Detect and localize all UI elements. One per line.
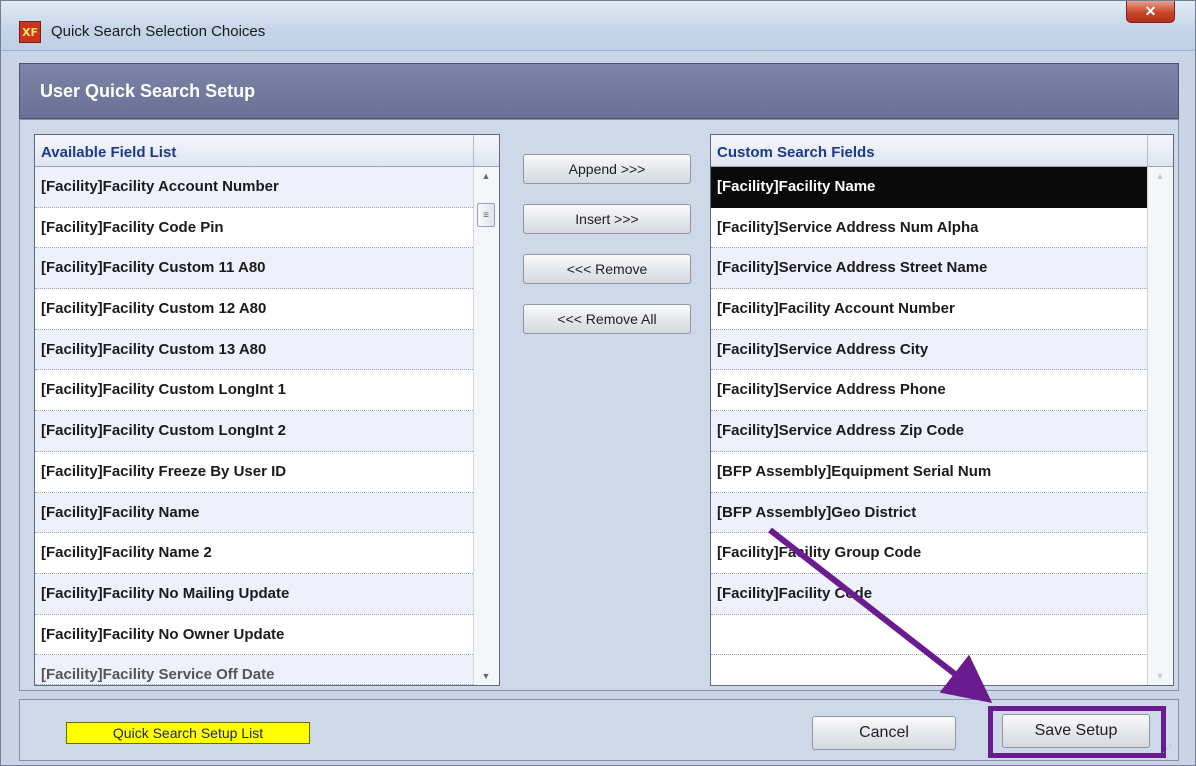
list-item[interactable]: [BFP Assembly]Equipment Serial Num (711, 451, 1149, 493)
window-title: Quick Search Selection Choices (51, 23, 266, 40)
list-item[interactable]: [Facility]Service Address Street Name (711, 248, 1149, 290)
available-list-rows: [Facility]Facility Account Number [Facil… (35, 167, 473, 685)
footer-bar: Quick Search Setup List Cancel Save Setu… (19, 699, 1179, 761)
available-field-list[interactable]: Available Field List [Facility]Facility … (34, 134, 500, 686)
header-stub (1147, 135, 1173, 167)
quick-search-window: XF Quick Search Selection Choices ✕ User… (0, 0, 1196, 766)
page-title: User Quick Search Setup (40, 81, 256, 101)
list-item[interactable]: [Facility]Facility Custom 11 A80 (35, 248, 473, 290)
custom-list-scrollbar[interactable]: ▲ ▼ (1147, 167, 1173, 685)
insert-button[interactable]: Insert >>> (523, 204, 691, 234)
list-item[interactable]: [Facility]Facility Code Pin (35, 207, 473, 249)
custom-list-header[interactable]: Custom Search Fields (711, 135, 1149, 167)
close-button[interactable]: ✕ (1126, 1, 1175, 23)
list-item[interactable]: [Facility]Facility Name (35, 492, 473, 534)
app-logo-icon: XF (19, 21, 41, 43)
list-item[interactable]: [BFP Assembly]Geo District (711, 492, 1149, 534)
list-item-selected[interactable]: [Facility]Facility Name (711, 167, 1149, 208)
setup-list-label: Quick Search Setup List (66, 722, 310, 744)
custom-search-fields-list[interactable]: Custom Search Fields [Facility]Facility … (710, 134, 1174, 686)
cancel-button[interactable]: Cancel (812, 716, 956, 750)
list-item[interactable]: [Facility]Facility Custom LongInt 1 (35, 370, 473, 412)
list-item[interactable]: [Facility]Facility Custom 13 A80 (35, 329, 473, 371)
list-item[interactable]: [Facility]Facility Code (711, 573, 1149, 615)
title-bar[interactable]: XF Quick Search Selection Choices ✕ (1, 1, 1195, 51)
list-item[interactable]: [Facility]Service Address Zip Code (711, 411, 1149, 452)
list-item-empty[interactable] (711, 614, 1149, 656)
list-item[interactable]: [Facility]Facility Freeze By User ID (35, 451, 473, 493)
remove-button[interactable]: <<< Remove (523, 254, 691, 284)
scroll-up-icon[interactable]: ▲ (1148, 167, 1172, 185)
list-item[interactable]: [Facility]Facility Account Number (711, 289, 1149, 330)
setup-header: User Quick Search Setup (19, 63, 1179, 119)
list-item[interactable]: [Facility]Service Address Phone (711, 370, 1149, 412)
list-item[interactable]: [Facility]Facility Custom LongInt 2 (35, 411, 473, 452)
list-item[interactable]: [Facility]Facility Service Off Date (35, 655, 473, 685)
list-item[interactable]: [Facility]Facility Group Code (711, 533, 1149, 574)
save-setup-button[interactable]: Save Setup (1002, 714, 1150, 748)
header-stub (473, 135, 499, 167)
list-item[interactable]: [Facility]Facility Custom 12 A80 (35, 289, 473, 330)
list-item[interactable]: [Facility]Facility No Owner Update (35, 614, 473, 656)
resize-grip-icon[interactable]: ⋰ (1162, 744, 1176, 758)
scroll-down-icon[interactable]: ▼ (1148, 667, 1172, 685)
append-button[interactable]: Append >>> (523, 154, 691, 184)
list-item[interactable]: [Facility]Service Address Num Alpha (711, 207, 1149, 249)
lists-panel: Available Field List [Facility]Facility … (19, 119, 1179, 691)
list-item[interactable]: [Facility]Facility Name 2 (35, 533, 473, 574)
scroll-down-icon[interactable]: ▼ (474, 667, 498, 685)
available-list-scrollbar[interactable]: ▲ ≡ ▼ (473, 167, 499, 685)
available-list-header[interactable]: Available Field List (35, 135, 473, 167)
list-item[interactable]: [Facility]Facility No Mailing Update (35, 573, 473, 615)
scroll-up-icon[interactable]: ▲ (474, 167, 498, 185)
list-item[interactable]: [Facility]Service Address City (711, 329, 1149, 371)
list-item[interactable]: [Facility]Facility Account Number (35, 167, 473, 208)
scroll-thumb[interactable]: ≡ (477, 203, 495, 227)
custom-list-rows: [Facility]Facility Name [Facility]Servic… (711, 167, 1149, 656)
remove-all-button[interactable]: <<< Remove All (523, 304, 691, 334)
